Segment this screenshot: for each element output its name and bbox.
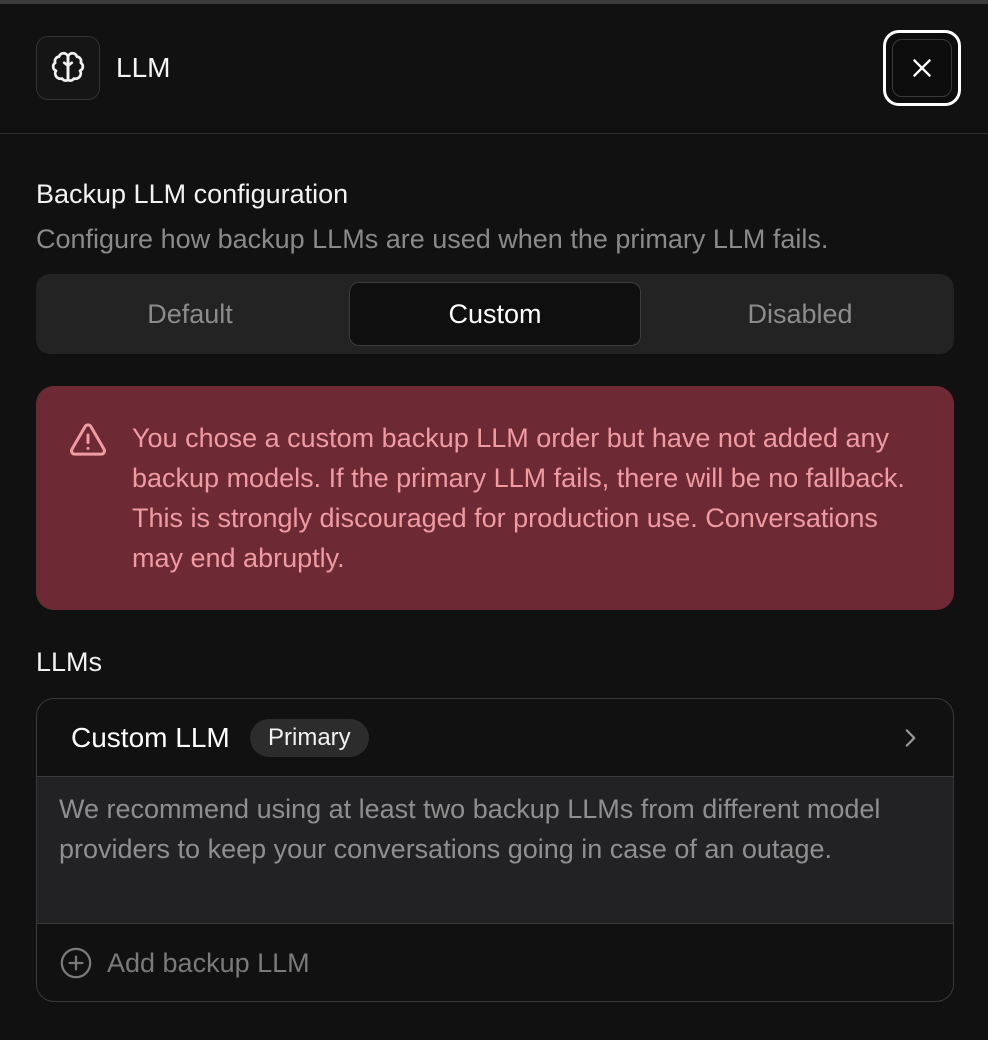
backup-config-description: Configure how backup LLMs are used when … [36,224,829,254]
llm-list-card: Custom LLM Primary We recommend using at… [36,698,954,1002]
chevron-right-icon [905,729,916,747]
llms-section-title: LLMs [36,647,103,677]
option-custom[interactable]: Custom [349,282,641,346]
backup-config-title: Backup LLM configuration [36,179,349,209]
option-disabled[interactable]: Disabled [654,282,946,346]
panel-header: LLM [0,4,988,134]
recommendation-text: We recommend using at least two backup L… [59,794,881,864]
close-button[interactable] [883,30,961,106]
llm-name: Custom LLM [71,722,230,753]
primary-llm-row[interactable]: Custom LLM Primary [37,699,953,777]
warning-icon [70,423,106,456]
option-default[interactable]: Default [44,282,336,346]
add-backup-llm-button[interactable]: Add backup LLM [37,924,953,1001]
plus-circle-icon [60,947,92,979]
panel-title: LLM [116,52,171,83]
recommendation-note: We recommend using at least two backup L… [37,777,953,924]
brain-icon [51,51,85,82]
warning-text: You chose a custom backup LLM order but … [132,423,905,573]
add-backup-llm-label: Add backup LLM [107,948,310,978]
warning-alert: You chose a custom backup LLM order but … [36,386,954,610]
llm-app-icon [36,36,100,100]
backup-mode-selector: Default Custom Disabled [36,274,954,354]
primary-badge: Primary [250,719,369,757]
